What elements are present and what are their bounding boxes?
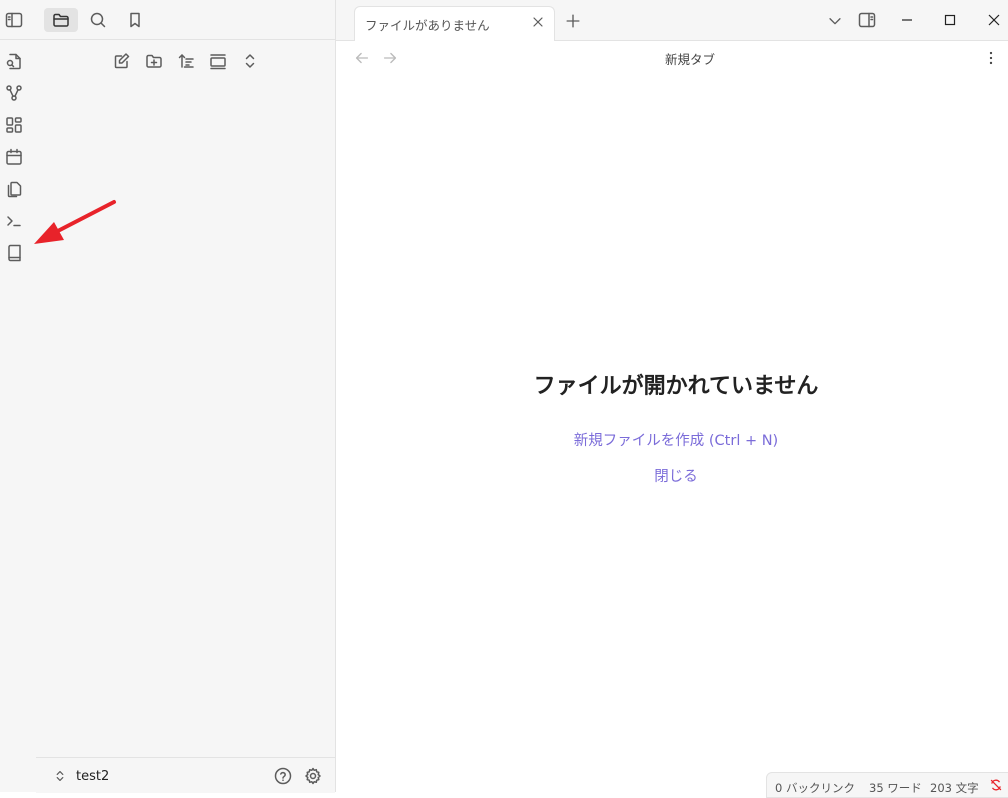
- canvas-icon[interactable]: [4, 115, 24, 135]
- view-header-title: 新規タブ: [664, 52, 715, 67]
- new-folder-icon[interactable]: [142, 49, 166, 73]
- word-count: 35 ワード: [869, 781, 922, 795]
- terminal-icon[interactable]: [4, 211, 24, 231]
- close-tab-icon[interactable]: [528, 12, 548, 32]
- graph-view-icon[interactable]: [4, 83, 24, 103]
- right-sidebar-toggle-icon[interactable]: [855, 8, 879, 32]
- tab-title: ファイルがありません: [365, 18, 490, 33]
- help-icon[interactable]: [271, 764, 295, 788]
- empty-state-title: ファイルが開かれていません: [533, 374, 819, 399]
- file-explorer-sidebar: [36, 0, 336, 792]
- vault-switch-icon[interactable]: [48, 764, 72, 788]
- vault-name[interactable]: test2: [76, 769, 109, 784]
- vault-switcher-bar: test2: [36, 757, 335, 793]
- back-arrow-icon[interactable]: [350, 46, 374, 70]
- close-link[interactable]: 閉じる: [336, 465, 1008, 486]
- new-note-icon[interactable]: [110, 49, 134, 73]
- search-icon[interactable]: [86, 8, 110, 32]
- annotation-arrow: [34, 200, 116, 244]
- files-tab-folder-icon[interactable]: [44, 8, 78, 32]
- new-tab-plus-icon[interactable]: [561, 9, 585, 33]
- tab-list-chevron-down-icon[interactable]: [823, 9, 847, 33]
- sync-error-icon[interactable]: [989, 778, 1003, 792]
- create-new-file-link[interactable]: 新規ファイルを作成 (Ctrl + N): [336, 429, 1008, 450]
- quick-switcher-icon[interactable]: [4, 51, 24, 71]
- tab-no-file[interactable]: ファイルがありません: [354, 6, 555, 41]
- settings-gear-icon[interactable]: [301, 764, 325, 788]
- left-ribbon: [0, 0, 37, 792]
- forward-arrow-icon[interactable]: [378, 46, 402, 70]
- book-icon[interactable]: [4, 243, 24, 263]
- minimize-icon[interactable]: [895, 8, 919, 32]
- templates-icon[interactable]: [4, 179, 24, 199]
- backlinks-count[interactable]: 0 バックリンク: [775, 780, 855, 796]
- sidebar-toggle-icon[interactable]: [4, 10, 24, 30]
- collapse-view-icon[interactable]: [206, 49, 230, 73]
- bookmark-icon[interactable]: [123, 8, 147, 32]
- divider: [0, 39, 335, 40]
- status-bar: 0 バックリンク 35 ワード 203 文字: [766, 772, 1008, 798]
- window-close-icon[interactable]: [982, 8, 1006, 32]
- calendar-icon[interactable]: [4, 147, 24, 167]
- maximize-icon[interactable]: [938, 8, 962, 32]
- sort-icon[interactable]: [174, 49, 198, 73]
- char-count: 203 文字: [930, 781, 979, 795]
- expand-collapse-icon[interactable]: [238, 49, 262, 73]
- more-options-icon[interactable]: [979, 46, 1003, 70]
